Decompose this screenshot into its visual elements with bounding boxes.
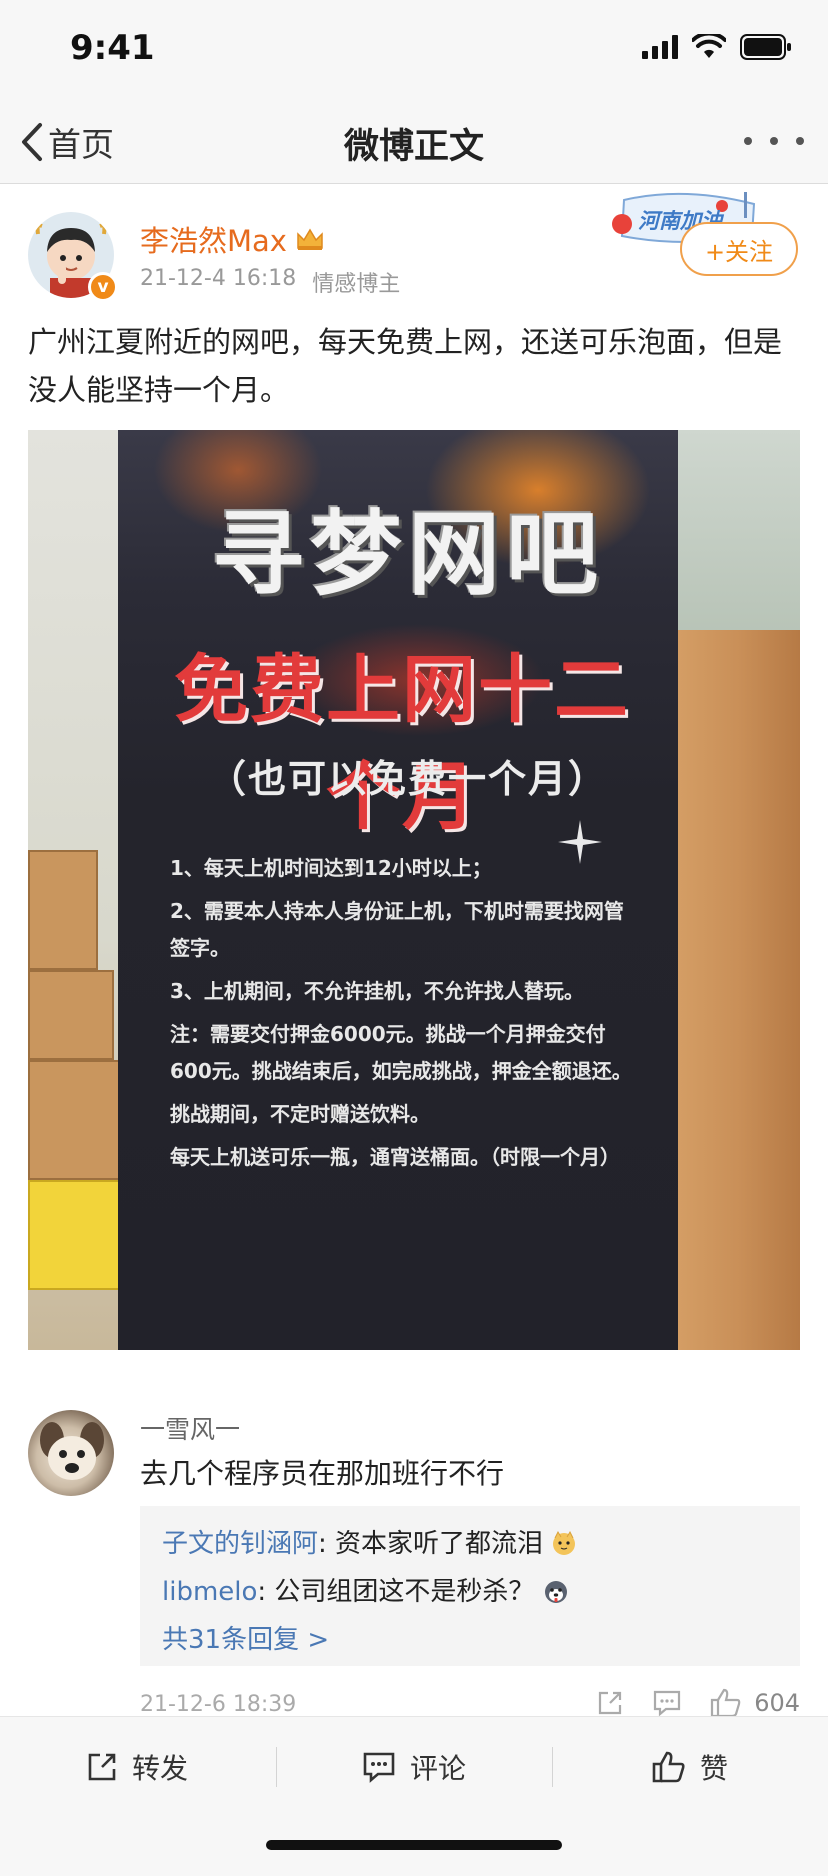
more-replies-link[interactable]: 共31条回复 >: [162, 1616, 778, 1664]
poster-rule: 每天上机送可乐一瓶，通宵送桶面。（时限一个月）: [170, 1145, 620, 1169]
image-carton: [28, 850, 98, 970]
author-name-text: 李浩然Max: [140, 224, 287, 258]
author-tag: 情感博主: [312, 272, 401, 297]
comment-like-icon[interactable]: [710, 1688, 742, 1718]
page-title: 微博正文: [343, 127, 484, 167]
image-background-shelf: [660, 430, 800, 650]
author-name[interactable]: 李浩然Max: [140, 218, 325, 260]
toolbar-divider: [276, 1747, 277, 1787]
poster-rules: 1、每天上机时间达到12小时以上； 2、需要本人持本人身份证上机，下机时需要找网…: [170, 850, 640, 1182]
repost-label: 转发: [132, 1752, 189, 1785]
crown-icon: [297, 228, 323, 250]
like-button[interactable]: 赞: [652, 1737, 728, 1797]
toolbar-divider: [552, 1747, 553, 1787]
status-icons: [642, 34, 792, 60]
poster-rule: 1、每天上机时间达到12小时以上；: [170, 856, 492, 880]
comment-icon: [363, 1752, 395, 1783]
follow-button[interactable]: +关注: [680, 222, 798, 276]
comment-label: 评论: [410, 1752, 467, 1785]
reply-item: libmelo: 公司组团这不是秒杀？: [162, 1568, 778, 1616]
poster-rule: 3、上机期间，不允许挂机，不允许找人替玩。: [170, 979, 584, 1003]
husky-emoji-icon: [544, 1581, 567, 1603]
bottom-toolbar: 转发 评论 赞: [0, 1716, 828, 1876]
commenter-avatar[interactable]: [28, 1410, 114, 1496]
post-time: 21-12-4 16:18: [140, 266, 297, 291]
reply-box[interactable]: 子文的钊涵阿: 资本家听了都流泪 libmelo: 公司组团这不是秒杀？ 共31…: [140, 1506, 800, 1666]
more-dot-icon: [796, 137, 804, 145]
like-icon: [652, 1751, 685, 1783]
reply-author[interactable]: 子文的钊涵阿: [162, 1529, 318, 1559]
reply-item: 子文的钊涵阿: 资本家听了都流泪: [162, 1520, 778, 1568]
poster-title: 寻梦网吧: [211, 501, 604, 608]
poster-rule: 注：需要交付押金6000元。挑战一个月押金交付600元。挑战结束后，如完成挑战，…: [170, 1022, 632, 1083]
post-header: v 李浩然Max 21-12-4 16:18 情感博主 河南加油 +关注: [0, 186, 828, 306]
signal-icon: [642, 35, 678, 59]
comment-actions: 604: [596, 1688, 800, 1718]
repost-icon: [88, 1753, 116, 1781]
wifi-icon: [692, 34, 726, 58]
status-bar: 9:41: [0, 0, 828, 100]
comment-text: 去几个程序员在那加班行不行: [140, 1457, 505, 1490]
battery-icon: [740, 34, 791, 60]
image-carton: [28, 1060, 124, 1180]
post-image[interactable]: 寻梦网吧 免费上网十二个月 （也可以免费一个月） 1、每天上机时间达到12小时以…: [28, 430, 800, 1350]
nav-bar: 首页 微博正文: [0, 100, 828, 184]
like-count: 604: [754, 1689, 800, 1717]
comment-share-icon[interactable]: [596, 1689, 624, 1717]
reply-author[interactable]: libmelo: [162, 1577, 257, 1607]
author-avatar[interactable]: v: [28, 212, 118, 302]
more-dot-icon: [744, 137, 752, 145]
status-time: 9:41: [70, 28, 155, 68]
poster-rule: 2、需要本人持本人身份证上机，下机时需要找网管签字。: [170, 899, 624, 960]
more-button[interactable]: [744, 128, 804, 154]
post-text: 广州江夏附近的网吧，每天免费上网，还送可乐泡面，但是没人能坚持一个月。: [28, 325, 783, 407]
commenter-name[interactable]: 一雪风一: [140, 1410, 240, 1446]
post-meta: 21-12-4 16:18 情感博主: [140, 266, 400, 298]
repost-button[interactable]: 转发: [86, 1737, 188, 1797]
comment-reply-icon[interactable]: [652, 1689, 682, 1717]
poster-parenthetical: （也可以免费一个月）: [207, 757, 608, 801]
reply-text: : 公司组团这不是秒杀？: [257, 1577, 535, 1607]
shiba-emoji-icon: [553, 1530, 576, 1555]
poster-banner: 寻梦网吧 免费上网十二个月 （也可以免费一个月） 1、每天上机时间达到12小时以…: [118, 430, 678, 1350]
comment-button[interactable]: 评论: [362, 1737, 466, 1797]
poster-rule: 挑战期间，不定时赠送饮料。: [170, 1102, 430, 1126]
verified-badge-icon: v: [88, 272, 118, 302]
comment-time: 21-12-6 18:39: [140, 1692, 297, 1717]
dog-avatar-illustration: [40, 1422, 104, 1480]
like-label: 赞: [700, 1752, 729, 1785]
poster-subtitle: 免费上网十二个月: [174, 647, 630, 840]
reply-text: : 资本家听了都流泪: [318, 1529, 544, 1559]
image-carton: [28, 970, 114, 1060]
more-dot-icon: [770, 137, 778, 145]
home-indicator[interactable]: [266, 1840, 562, 1850]
